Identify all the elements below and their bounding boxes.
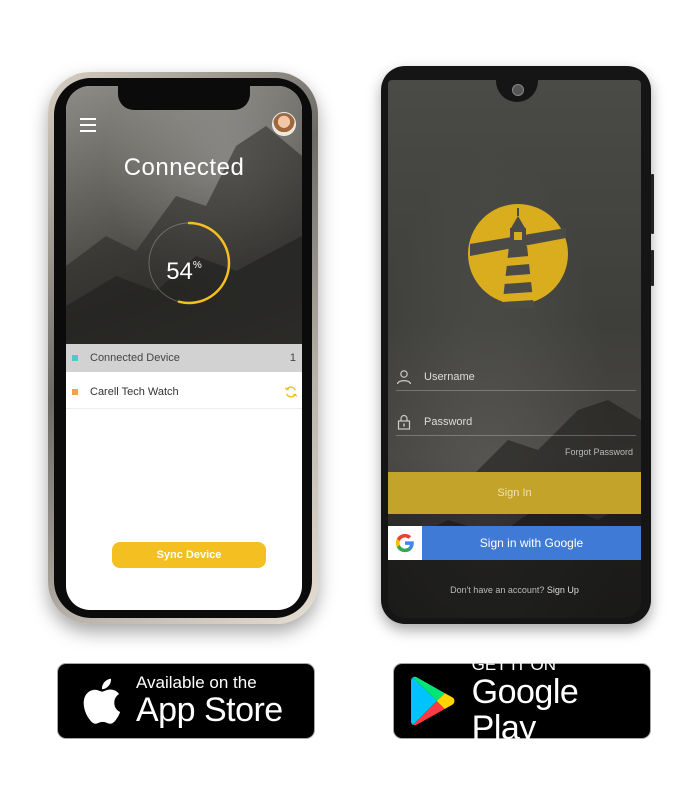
sign-in-button[interactable]: Sign In: [388, 472, 641, 514]
username-placeholder: Username: [424, 371, 475, 383]
apple-icon: [83, 678, 121, 724]
lighthouse-logo: [468, 204, 568, 308]
google-play-icon: [410, 676, 455, 726]
android-mockup: Username Password Forgot Password Sign I…: [381, 66, 654, 624]
app-store-big-text: App Store: [136, 691, 283, 729]
app-store-small-text: Available on the: [136, 673, 257, 692]
sync-device-button[interactable]: Sync Device: [112, 542, 266, 568]
password-field[interactable]: Password: [396, 409, 636, 436]
progress-unit: %: [192, 260, 202, 271]
ios-screen: Connected 54% Connected Device 1 Carell …: [66, 86, 302, 610]
status-dot: [72, 355, 78, 361]
sign-up-link[interactable]: Sign Up: [547, 585, 579, 595]
progress-value: 54%: [166, 258, 202, 285]
ios-hero-background: Connected 54%: [66, 86, 302, 344]
google-play-badge[interactable]: GET IT ON Google Play: [393, 656, 651, 746]
connected-device-row[interactable]: Connected Device 1: [66, 344, 302, 372]
password-placeholder: Password: [424, 416, 473, 428]
status-dot: [72, 389, 78, 395]
android-screen: Username Password Forgot Password Sign I…: [388, 80, 641, 618]
page-title: Connected: [123, 154, 245, 181]
iphone-notch: [118, 86, 250, 110]
google-play-text: GET IT ON Google Play: [471, 655, 650, 747]
connected-device-label: Connected Device: [90, 352, 180, 364]
sync-icon[interactable]: [284, 385, 298, 399]
google-sign-in-label: Sign in with Google: [479, 536, 584, 550]
lock-icon: [397, 414, 411, 430]
google-play-big-text: Google Play: [471, 673, 579, 747]
google-sign-in-button[interactable]: Sign in with Google: [388, 526, 641, 560]
username-field[interactable]: Username: [396, 364, 636, 391]
device-row[interactable]: Carell Tech Watch: [66, 376, 302, 409]
menu-icon[interactable]: [80, 118, 96, 136]
no-account-text: Don't have an account?: [450, 585, 545, 595]
power-button: [651, 250, 654, 286]
volume-button: [651, 174, 654, 234]
connected-device-count: 1: [289, 352, 296, 364]
user-icon: [396, 370, 412, 385]
device-name: Carell Tech Watch: [90, 386, 179, 398]
google-icon-box: [388, 526, 422, 560]
google-play-small-text: GET IT ON: [471, 655, 557, 674]
app-store-text: Available on the App Store: [136, 673, 283, 729]
avatar[interactable]: [272, 112, 296, 136]
app-store-badge[interactable]: Available on the App Store: [57, 663, 315, 739]
google-icon: [395, 533, 414, 553]
signup-prompt: Don't have an account? Sign Up: [388, 585, 641, 595]
iphone-mockup: Connected 54% Connected Device 1 Carell …: [48, 72, 318, 624]
forgot-password-link[interactable]: Forgot Password: [565, 447, 633, 457]
